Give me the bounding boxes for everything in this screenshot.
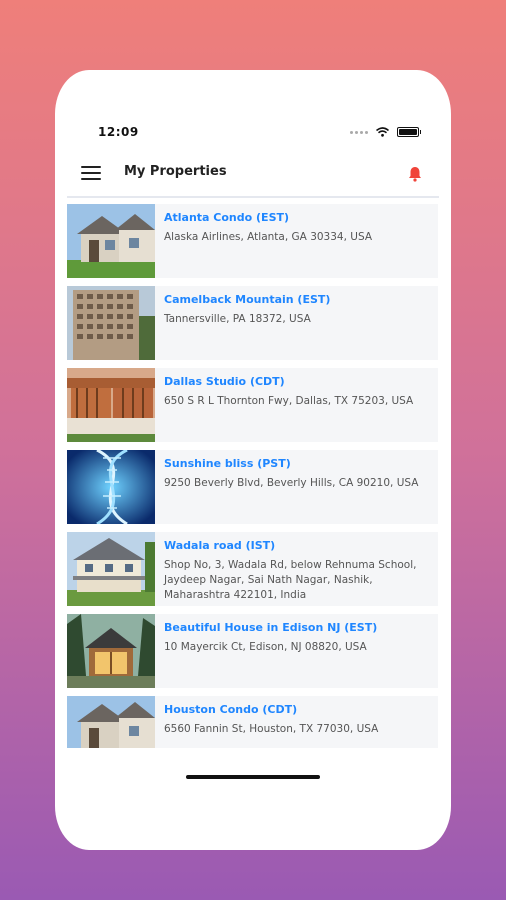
home-indicator[interactable]	[186, 775, 320, 779]
property-address: Shop No, 3, Wadala Rd, below Rehnuma Sch…	[164, 559, 417, 601]
bell-icon[interactable]	[406, 165, 424, 183]
modern-house-icon	[67, 368, 155, 442]
property-name[interactable]: Camelback Mountain (EST)	[164, 293, 430, 306]
property-name[interactable]: Wadala road (IST)	[164, 539, 430, 552]
property-address: Alaska Airlines, Atlanta, GA 30334, USA	[164, 231, 372, 243]
house-icon	[67, 204, 155, 278]
property-address: 10 Mayercik Ct, Edison, NJ 08820, USA	[164, 641, 367, 653]
status-icons	[350, 127, 421, 137]
header-divider	[67, 196, 439, 198]
dna-icon	[67, 450, 155, 524]
app-header: My Properties	[55, 156, 451, 196]
building-icon	[67, 286, 155, 360]
phone-frame: 12:09 My Properties Atlanta Condo (EST) …	[55, 70, 451, 850]
menu-icon[interactable]	[81, 166, 101, 180]
status-time: 12:09	[98, 125, 139, 139]
property-name[interactable]: Atlanta Condo (EST)	[164, 211, 430, 224]
property-address: 9250 Beverly Blvd, Beverly Hills, CA 902…	[164, 477, 419, 489]
property-card[interactable]: Dallas Studio (CDT) 650 S R L Thornton F…	[67, 368, 438, 442]
status-bar: 12:09	[55, 122, 451, 146]
wifi-icon	[376, 127, 389, 137]
signal-icon	[350, 130, 368, 134]
property-card[interactable]: Atlanta Condo (EST) Alaska Airlines, Atl…	[67, 204, 438, 278]
house-icon	[67, 696, 155, 748]
property-address: Tannersville, PA 18372, USA	[164, 313, 311, 325]
porch-house-icon	[67, 532, 155, 606]
property-card[interactable]: Camelback Mountain (EST) Tannersville, P…	[67, 286, 438, 360]
property-name[interactable]: Beautiful House in Edison NJ (EST)	[164, 621, 430, 634]
property-name[interactable]: Dallas Studio (CDT)	[164, 375, 430, 388]
property-card[interactable]: Beautiful House in Edison NJ (EST) 10 Ma…	[67, 614, 438, 688]
battery-icon	[397, 127, 421, 137]
cabin-icon	[67, 614, 155, 688]
property-list: Atlanta Condo (EST) Alaska Airlines, Atl…	[67, 204, 438, 756]
property-address: 6560 Fannin St, Houston, TX 77030, USA	[164, 723, 379, 735]
property-address: 650 S R L Thornton Fwy, Dallas, TX 75203…	[164, 395, 414, 407]
property-name[interactable]: Houston Condo (CDT)	[164, 703, 430, 716]
property-card[interactable]: Houston Condo (CDT) 6560 Fannin St, Hous…	[67, 696, 438, 748]
property-name[interactable]: Sunshine bliss (PST)	[164, 457, 430, 470]
property-card[interactable]: Wadala road (IST) Shop No, 3, Wadala Rd,…	[67, 532, 438, 606]
property-card[interactable]: Sunshine bliss (PST) 9250 Beverly Blvd, …	[67, 450, 438, 524]
page-title: My Properties	[124, 164, 227, 179]
